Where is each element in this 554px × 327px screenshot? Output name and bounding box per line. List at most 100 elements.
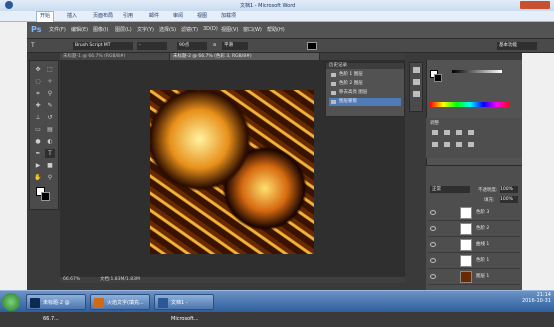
pen-tool-icon[interactable]: ✒ — [33, 149, 43, 158]
workspace-select[interactable]: 基本功能 — [497, 42, 537, 50]
bw-icon[interactable] — [468, 142, 474, 147]
layer-row[interactable]: 图层 1 — [428, 269, 520, 285]
tab-insert[interactable]: 插入 — [64, 12, 80, 21]
hue-sat-icon[interactable] — [444, 142, 450, 147]
tab-home[interactable]: 开始 — [36, 11, 55, 22]
start-button-icon[interactable] — [2, 293, 20, 311]
color-balance-icon[interactable] — [456, 142, 462, 147]
stamp-tool-icon[interactable]: ⊥ — [33, 113, 43, 122]
path-select-icon[interactable]: ▶ — [33, 161, 43, 170]
layer-thumbnail — [460, 223, 472, 235]
properties-dock-icon[interactable] — [413, 91, 420, 97]
visibility-eye-icon[interactable] — [430, 258, 436, 263]
tab-page-layout[interactable]: 页面布局 — [90, 12, 116, 21]
history-dock-icon[interactable] — [413, 67, 420, 73]
layer-row[interactable]: 色阶 1 — [428, 253, 520, 269]
history-brush-icon[interactable]: ↺ — [45, 113, 55, 122]
hand-tool-icon[interactable]: ✋ — [33, 173, 43, 182]
menu-window[interactable]: 窗口(W) — [243, 26, 262, 33]
menu-view[interactable]: 视图(V) — [221, 26, 238, 33]
healing-brush-icon[interactable]: ✚ — [33, 101, 43, 110]
history-item-selected[interactable]: 图层蒙版 — [329, 98, 401, 106]
blend-mode-select[interactable]: 正常 — [430, 186, 470, 193]
zoom-level[interactable]: 66.67% — [63, 277, 80, 283]
lasso-tool-icon[interactable]: ◌ — [33, 77, 43, 86]
marquee-tool-icon[interactable]: ⬚ — [45, 65, 55, 74]
brush-tool-icon[interactable]: ✎ — [45, 101, 55, 110]
menu-image[interactable]: 图像(I) — [93, 26, 108, 33]
layer-thumbnail — [460, 255, 472, 267]
font-size-select[interactable]: 90点 — [177, 42, 207, 50]
actions-dock-icon[interactable] — [413, 79, 420, 85]
visibility-eye-icon[interactable] — [430, 210, 436, 215]
eraser-tool-icon[interactable]: ▭ — [33, 125, 43, 134]
gradient-tool-icon[interactable]: ▤ — [45, 125, 55, 134]
menu-filter[interactable]: 滤镜(T) — [181, 26, 198, 33]
crop-tool-icon[interactable]: ⌗ — [33, 89, 43, 98]
tab-review[interactable]: 审阅 — [170, 12, 186, 21]
fill-input[interactable]: 100% — [500, 196, 518, 203]
close-window-button[interactable] — [520, 1, 550, 9]
menu-help[interactable]: 帮助(H) — [267, 26, 285, 33]
menu-edit[interactable]: 编辑(E) — [71, 26, 88, 33]
tab-view[interactable]: 视图 — [194, 12, 210, 21]
tab-mailings[interactable]: 邮件 — [146, 12, 162, 21]
system-tray: 21:14 2016-10-31 — [505, 292, 554, 310]
taskbar-item-ps[interactable]: 未标题-2 @ 66.7... — [26, 294, 86, 322]
type-tool-icon[interactable]: T — [31, 42, 35, 49]
history-panel-title: 历史记录 — [326, 63, 404, 69]
toolbox: ✥ ⬚ ◌ ✧ ⌗ ⚲ ✚ ✎ ⊥ ↺ ▭ ▤ ● ◐ ✒ T ▶ ■ ✋ ⚲ — [29, 60, 59, 210]
opacity-label: 不透明度: — [478, 188, 498, 193]
menu-file[interactable]: 文件(F) — [49, 26, 66, 33]
history-item[interactable]: 色阶 2 图层 — [329, 80, 401, 88]
exposure-icon[interactable] — [468, 130, 474, 135]
font-style-select[interactable]: - — [137, 42, 167, 50]
move-tool-icon[interactable]: ✥ — [33, 65, 43, 74]
tab-references[interactable]: 引用 — [120, 12, 136, 21]
color-slider[interactable] — [452, 70, 502, 73]
visibility-eye-icon[interactable] — [430, 226, 436, 231]
antialias-icon: a — [213, 42, 217, 48]
brightness-icon[interactable] — [432, 130, 438, 135]
zoom-tool-icon[interactable]: ⚲ — [45, 173, 55, 182]
layer-row[interactable]: 曲线 1 — [428, 237, 520, 253]
vibrance-icon[interactable] — [432, 142, 438, 147]
visibility-eye-icon[interactable] — [430, 242, 436, 247]
office-button-icon[interactable] — [5, 1, 13, 9]
menu-select[interactable]: 选择(S) — [159, 26, 176, 33]
background-color-swatch[interactable] — [41, 192, 50, 201]
taskbar-item-browser[interactable]: 火焰文字(填充... — [90, 294, 150, 310]
visibility-eye-icon[interactable] — [430, 274, 436, 279]
history-item[interactable]: 色阶 1 图层 — [329, 71, 401, 79]
menu-layer[interactable]: 图层(L) — [115, 26, 132, 33]
color-panel-bg-swatch[interactable] — [434, 74, 442, 82]
clock-date[interactable]: 2016-10-31 — [505, 298, 551, 304]
adjustments-panel: 调整 — [426, 118, 522, 158]
shape-tool-icon[interactable]: ■ — [45, 161, 55, 170]
blur-tool-icon[interactable]: ● — [33, 137, 43, 146]
type-tool-icon-selected[interactable]: T — [45, 149, 55, 158]
font-family-select[interactable]: Brush Script MT — [73, 42, 133, 50]
opacity-input[interactable]: 100% — [500, 186, 518, 193]
color-spectrum[interactable] — [430, 102, 510, 107]
taskbar-item-word[interactable]: 文档1 - Microsoft... — [154, 294, 214, 322]
history-item[interactable]: 移去高亮 图层 — [329, 89, 401, 97]
browser-icon — [94, 298, 104, 308]
layer-icon — [331, 82, 336, 86]
levels-icon[interactable] — [444, 130, 450, 135]
adjustments-title: 调整 — [430, 121, 439, 126]
layer-row[interactable]: 色阶 3 — [428, 205, 520, 221]
menu-3d[interactable]: 3D(D) — [203, 26, 218, 32]
menu-type[interactable]: 文字(Y) — [137, 26, 154, 33]
magic-wand-icon[interactable]: ✧ — [45, 77, 55, 86]
antialias-select[interactable]: 平滑 — [222, 42, 248, 50]
layer-thumbnail — [460, 239, 472, 251]
eyedropper-icon[interactable]: ⚲ — [45, 89, 55, 98]
dodge-tool-icon[interactable]: ◐ — [45, 137, 55, 146]
ps-options-bar: T Brush Script MT - 90点 a 平滑 基本功能 — [27, 39, 554, 53]
layer-row[interactable]: 色阶 2 — [428, 221, 520, 237]
tab-addins[interactable]: 加载项 — [218, 12, 239, 21]
fire-texture-canvas[interactable] — [150, 90, 314, 254]
curves-icon[interactable] — [456, 130, 462, 135]
text-color-swatch[interactable] — [307, 42, 317, 50]
